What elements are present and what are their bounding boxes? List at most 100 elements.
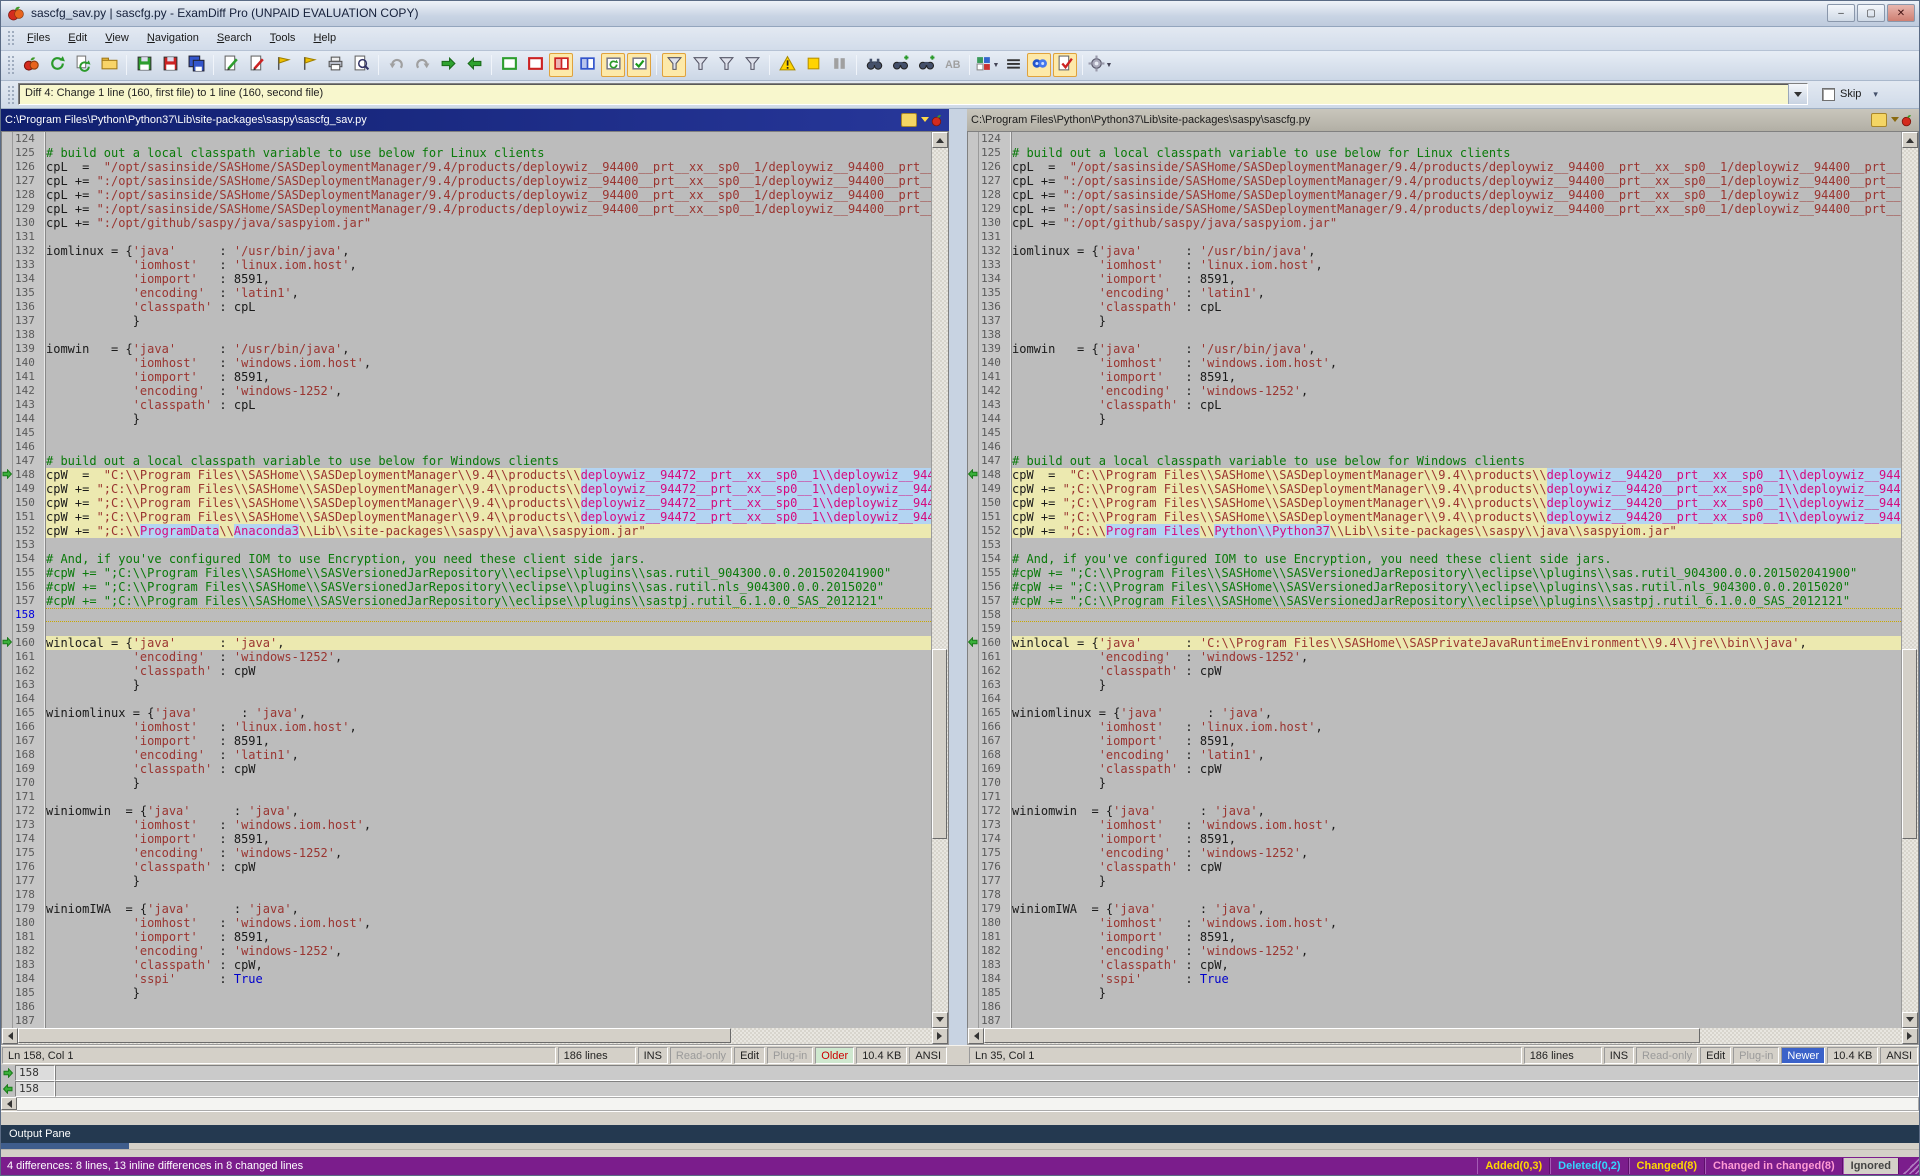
code-text[interactable] — [46, 1000, 931, 1014]
code-text[interactable]: cpW += ";C:\\Program Files\\SASHome\\SAS… — [46, 510, 931, 524]
code-text[interactable] — [46, 440, 931, 454]
code-text[interactable]: 'sspi' : True — [46, 972, 931, 986]
first-file-horizontal-scrollbar[interactable] — [1, 1028, 949, 1045]
code-text[interactable]: winiomlinux = {'java' : 'java', — [1012, 706, 1901, 720]
scroll-right-icon[interactable] — [1902, 1028, 1918, 1044]
code-text[interactable]: } — [1012, 678, 1901, 692]
code-text[interactable]: cpL += ":/opt/sasinside/SASHome/SASDeplo… — [46, 174, 931, 188]
print-preview-button[interactable] — [349, 53, 373, 77]
recompare-active-button[interactable] — [71, 53, 95, 77]
code-text[interactable] — [1012, 132, 1901, 146]
code-text[interactable]: #cpW += ";C:\\Program Files\\SASHome\\SA… — [46, 566, 931, 580]
toolbar-overflow-icon[interactable]: ▾ — [1873, 89, 1878, 100]
save-second-file-button[interactable] — [158, 53, 182, 77]
code-text[interactable] — [1012, 692, 1901, 706]
code-text[interactable]: cpW += ";C:\\Program Files\\SASHome\\SAS… — [1012, 510, 1901, 524]
code-text[interactable]: #cpW += ";C:\\Program Files\\SASHome\\SA… — [1012, 566, 1901, 580]
first-file-vertical-scrollbar[interactable] — [931, 132, 948, 1028]
code-text[interactable]: 'iomhost' : 'linux.iom.host', — [46, 720, 931, 734]
code-text[interactable]: #cpW += ";C:\\Program Files\\SASHome\\SA… — [46, 580, 931, 594]
code-text[interactable]: 'iomport' : 8591, — [1012, 832, 1901, 846]
code-text[interactable]: 'classpath' : cpW — [46, 762, 931, 776]
second-file-horizontal-scrollbar[interactable] — [967, 1028, 1919, 1045]
scroll-down-icon[interactable] — [932, 1012, 948, 1028]
code-text[interactable]: winlocal = {'java' : 'java', — [46, 636, 931, 650]
compare-app-icon[interactable] — [931, 113, 945, 127]
diff-map-button[interactable]: ▼ — [975, 53, 999, 77]
code-text[interactable]: 'classpath' : cpW, — [1012, 958, 1901, 972]
scroll-left-icon[interactable] — [1, 1097, 17, 1110]
code-text[interactable] — [46, 790, 931, 804]
code-text[interactable]: # build out a local classpath variable t… — [1012, 454, 1901, 468]
code-text[interactable]: # And, if you've configured IOM to use E… — [46, 552, 931, 566]
code-text[interactable]: 'classpath' : cpW — [46, 664, 931, 678]
code-text[interactable] — [46, 426, 931, 440]
code-text[interactable]: iomwin = {'java' : '/usr/bin/java', — [46, 342, 931, 356]
find-prev-button[interactable] — [914, 53, 938, 77]
skip-checkbox[interactable] — [1822, 88, 1835, 101]
redo-button[interactable] — [410, 53, 434, 77]
copy-block-right-button[interactable] — [436, 53, 460, 77]
code-text[interactable]: 'iomhost' : 'windows.iom.host', — [46, 916, 931, 930]
menu-files[interactable]: Files — [18, 29, 59, 47]
code-text[interactable]: #cpW += ";C:\\Program Files\\SASHome\\SA… — [1012, 580, 1901, 594]
code-text[interactable] — [1012, 230, 1901, 244]
code-text[interactable]: cpW += ";C:\\Program Files\\SASHome\\SAS… — [1012, 496, 1901, 510]
menu-edit[interactable]: Edit — [59, 29, 96, 47]
code-text[interactable] — [1012, 622, 1901, 636]
code-text[interactable] — [1012, 608, 1901, 622]
code-text[interactable]: cpL += ":/opt/sasinside/SASHome/SASDeplo… — [46, 188, 931, 202]
show-changed-button[interactable] — [740, 53, 764, 77]
second-file-vertical-scrollbar[interactable] — [1901, 132, 1918, 1028]
flag-second-button[interactable] — [297, 53, 321, 77]
code-text[interactable]: 'iomhost' : 'linux.iom.host', — [1012, 258, 1901, 272]
code-text[interactable] — [46, 888, 931, 902]
code-text[interactable]: 'encoding' : 'latin1', — [46, 748, 931, 762]
second-pane-button[interactable] — [523, 53, 547, 77]
plugins-button[interactable] — [1027, 53, 1051, 77]
code-text[interactable]: 'iomhost' : 'windows.iom.host', — [46, 356, 931, 370]
code-text[interactable]: cpL += ":/opt/sasinside/SASHome/SASDeplo… — [1012, 174, 1901, 188]
minimize-button[interactable]: – — [1827, 4, 1855, 22]
inspector-scrollbar[interactable] — [1, 1097, 1919, 1111]
edit-second-file-button[interactable] — [245, 53, 269, 77]
code-text[interactable]: iomlinux = {'java' : '/usr/bin/java', — [46, 244, 931, 258]
copy-path-icon[interactable] — [901, 113, 917, 127]
show-added-button[interactable] — [688, 53, 712, 77]
code-text[interactable] — [1012, 328, 1901, 342]
code-text[interactable]: cpW += ";C:\\Program Files\\SASHome\\SAS… — [1012, 482, 1901, 496]
code-text[interactable]: 'encoding' : 'windows-1252', — [46, 650, 931, 664]
compare-files-button[interactable] — [19, 53, 43, 77]
code-text[interactable]: cpW = "C:\\Program Files\\SASHome\\SASDe… — [1012, 468, 1901, 482]
code-text[interactable]: 'encoding' : 'windows-1252', — [46, 846, 931, 860]
code-text[interactable]: cpL += ":/opt/github/saspy/java/saspyiom… — [1012, 216, 1901, 230]
copy-path-icon[interactable] — [1871, 113, 1887, 127]
code-text[interactable]: # build out a local classpath variable t… — [46, 146, 931, 160]
menu-tools[interactable]: Tools — [261, 29, 305, 47]
code-text[interactable]: 'classpath' : cpW — [1012, 762, 1901, 776]
code-text[interactable]: } — [46, 314, 931, 328]
first-pane-button[interactable] — [497, 53, 521, 77]
code-text[interactable]: 'iomport' : 8591, — [1012, 930, 1901, 944]
code-text[interactable]: cpL += ":/opt/github/saspy/java/saspyiom… — [46, 216, 931, 230]
horizontal-layout-button[interactable] — [575, 53, 599, 77]
code-text[interactable]: } — [46, 412, 931, 426]
menu-view[interactable]: View — [96, 29, 138, 47]
code-text[interactable]: 'iomhost' : 'linux.iom.host', — [1012, 720, 1901, 734]
code-text[interactable]: } — [1012, 314, 1901, 328]
menu-search[interactable]: Search — [208, 29, 261, 47]
show-deleted-button[interactable] — [714, 53, 738, 77]
code-text[interactable]: 'classpath' : cpL — [46, 300, 931, 314]
code-text[interactable]: 'iomport' : 8591, — [46, 930, 931, 944]
code-text[interactable]: 'classpath' : cpW — [1012, 860, 1901, 874]
code-text[interactable] — [1012, 888, 1901, 902]
code-text[interactable]: cpL += ":/opt/sasinside/SASHome/SASDeplo… — [1012, 188, 1901, 202]
copy-block-left-button[interactable] — [462, 53, 486, 77]
edit-first-file-button[interactable] — [219, 53, 243, 77]
code-text[interactable] — [46, 230, 931, 244]
code-text[interactable]: cpW += ";C:\\ProgramData\\Anaconda3\\Lib… — [46, 524, 931, 538]
code-text[interactable]: 'classpath' : cpW — [1012, 664, 1901, 678]
columns-button[interactable] — [827, 53, 851, 77]
code-text[interactable]: winiomlinux = {'java' : 'java', — [46, 706, 931, 720]
code-text[interactable]: 'encoding' : 'windows-1252', — [46, 944, 931, 958]
